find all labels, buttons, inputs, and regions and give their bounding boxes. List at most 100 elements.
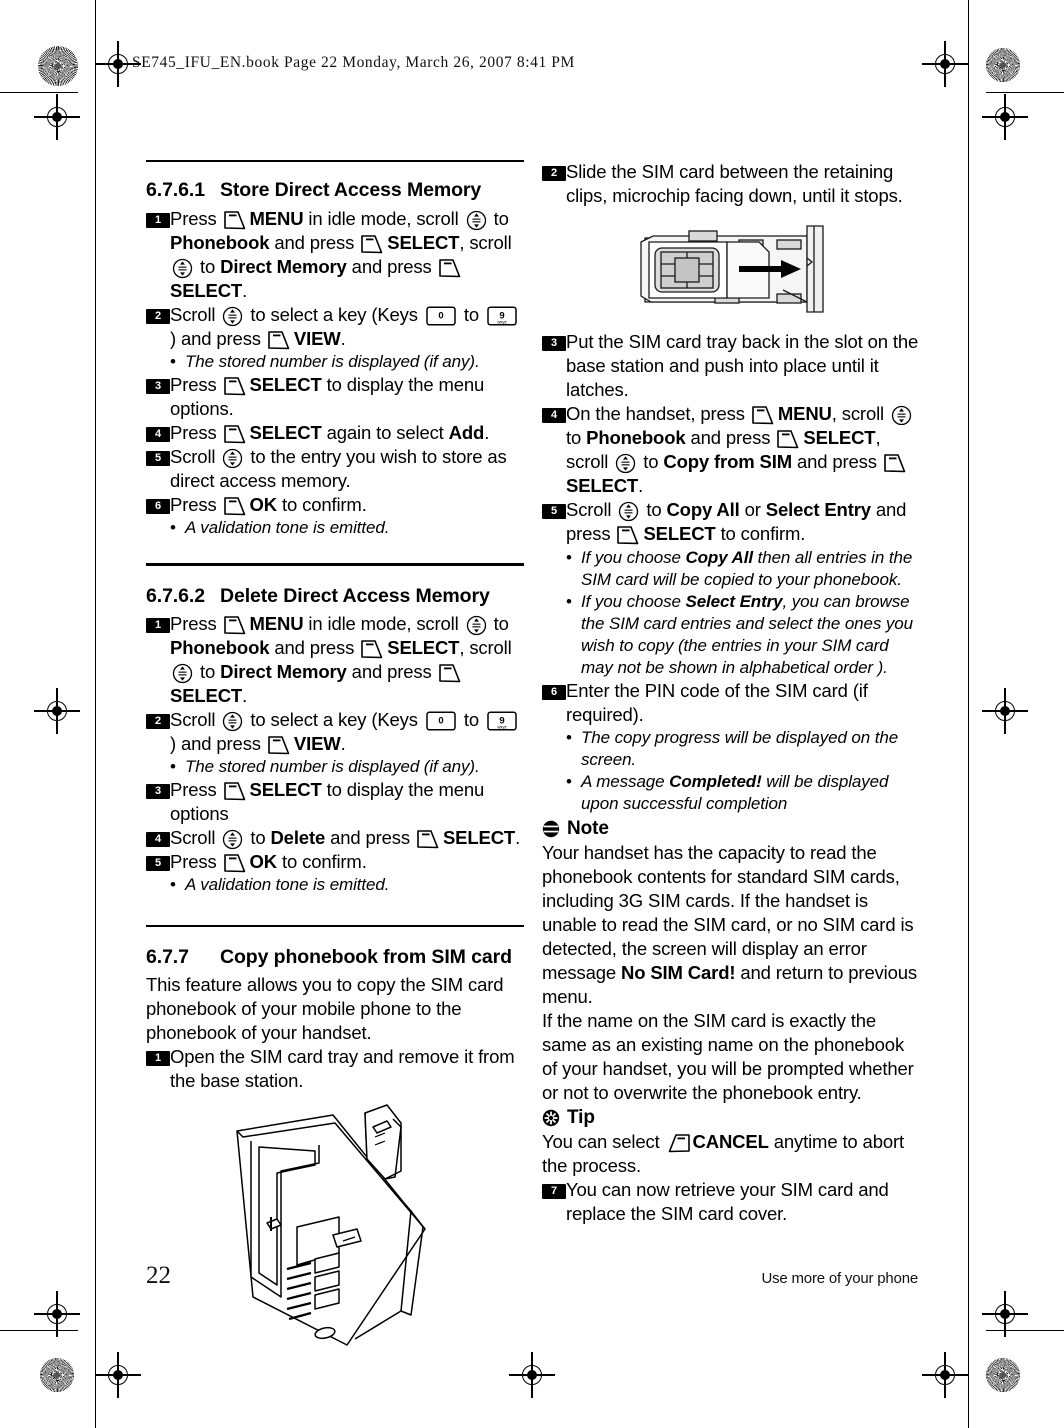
tip-paragraph: You can select CANCEL anytime to abort t… — [542, 1130, 920, 1178]
step-number: 6 — [146, 499, 170, 515]
cancel-key-label: CANCEL — [692, 1131, 769, 1153]
bullet-dot: • — [170, 875, 176, 895]
left-softkey-icon — [360, 639, 385, 659]
heading-number: 6.7.6.2 — [146, 584, 205, 607]
step-number: 1 — [146, 617, 170, 633]
note-icon — [542, 820, 560, 838]
heading-number: 6.7.6.1 — [146, 179, 205, 202]
heading-title-b: SIM — [431, 945, 466, 968]
key-9-icon: 9 wxyz — [487, 711, 517, 731]
step-item: 7 You can now retrieve your SIM card and… — [542, 1178, 920, 1226]
registration-mark-left — [34, 94, 80, 140]
step-number: 2 — [542, 166, 566, 181]
scroll-up-down-icon — [222, 711, 243, 732]
step-text: Slide the SIM card between the retaining… — [566, 161, 903, 207]
step-item: 6 Enter the PIN code of the SIM card (if… — [542, 679, 920, 727]
step-text: Enter the PIN code of the SIM card (if r… — [566, 680, 868, 726]
heading-title: Store Direct Access Memory — [220, 179, 482, 202]
step-item: 1 Press MENU in idle mode, scroll to Pho… — [146, 207, 524, 303]
heading-6-7-6-2: 6.7.6.2 Delete Direct Access Memory — [146, 584, 524, 608]
step-number: 5 — [146, 451, 170, 467]
scroll-up-down-icon — [222, 306, 243, 327]
bullet-text: If you choose Copy All then all entries … — [581, 547, 913, 589]
color-rosette-top-right — [986, 48, 1020, 82]
step-text: Press SELECT to display the menu options — [170, 779, 485, 825]
tip-text-a: You can select — [542, 1131, 665, 1153]
bullet-text: A validation tone is emitted. — [185, 518, 390, 538]
left-softkey-icon — [438, 258, 463, 278]
left-softkey-icon — [223, 496, 248, 516]
left-softkey-icon — [267, 735, 292, 755]
left-softkey-icon — [416, 829, 441, 849]
step-item: 1 Press MENU in idle mode, scroll to Pho… — [146, 612, 524, 708]
step-item: 4 Scroll to Delete and press SELECT. — [146, 826, 524, 850]
step-item: 1 Open the SIM card tray and remove it f… — [146, 1045, 524, 1093]
section-rule — [146, 924, 524, 927]
heading-6-7-6-1: 6.7.6.1 Store Direct Access Memory — [146, 178, 524, 202]
step-text: Press MENU in idle mode, scroll to Phone… — [170, 612, 512, 707]
print-slug-header: SE745_IFU_EN.book Page 22 Monday, March … — [132, 54, 575, 71]
registration-mark-top-right — [922, 41, 968, 87]
step-number: 7 — [542, 1184, 566, 1200]
step-number: 6 — [542, 685, 566, 701]
bullet-dot: • — [566, 728, 572, 748]
right-softkey-icon — [666, 1133, 691, 1153]
note-label: Note — [567, 817, 609, 839]
note-paragraph-2: If the name on the SIM card is exactly t… — [542, 1009, 914, 1104]
left-softkey-icon — [223, 615, 248, 635]
left-softkey-icon — [223, 424, 248, 444]
registration-mark-lower-left — [34, 1291, 80, 1337]
left-softkey-icon — [751, 405, 776, 425]
crop-line-bottom-left — [0, 1330, 78, 1331]
running-footer: Use more of your phone — [761, 1270, 918, 1287]
bullet-item: • The stored number is displayed (if any… — [170, 756, 524, 778]
tip-label: Tip — [567, 1107, 595, 1129]
color-rosette-bottom-left — [40, 1358, 74, 1392]
right-column: 2 Slide the SIM card between the retaini… — [542, 160, 920, 1226]
scroll-up-down-icon — [466, 210, 487, 231]
left-softkey-icon — [776, 429, 801, 449]
left-softkey-icon — [360, 234, 385, 254]
step-number: 3 — [146, 784, 170, 800]
scroll-up-down-icon — [222, 829, 243, 850]
step-number: 5 — [542, 504, 566, 520]
svg-text:wxyz: wxyz — [497, 724, 506, 729]
left-softkey-icon — [883, 453, 908, 473]
svg-text:wxyz: wxyz — [497, 319, 506, 324]
heading-title: Delete Direct Access Memory — [220, 584, 490, 607]
bullet-item: • A message Completed! will be displayed… — [566, 771, 920, 815]
step-number: 5 — [146, 856, 170, 872]
step-item: 6 Press OK to confirm. — [146, 493, 524, 517]
bullet-item: • A validation tone is emitted. — [170, 874, 524, 896]
section-rule — [146, 563, 524, 566]
sim-card-tray-illustration — [542, 218, 920, 318]
heading-number: 6.7.7 — [146, 945, 189, 968]
step-item: 2 Scroll to select a key (Keys 0 to 9 wxy… — [146, 303, 524, 351]
svg-text:0: 0 — [438, 716, 443, 727]
step-number: 2 — [146, 308, 170, 324]
step-text: Put the SIM card tray back in the slot o… — [566, 331, 919, 401]
step-item: 2 Scroll to select a key (Keys 0 to 9 wxy… — [146, 708, 524, 756]
step-item: 2 Slide the SIM card between the retaini… — [542, 160, 920, 208]
registration-mark-mid-right — [982, 688, 1028, 734]
tip-icon — [542, 1109, 560, 1127]
step-item: 5 Scroll to Copy All or Select Entry and… — [542, 498, 920, 546]
bullet-dot: • — [566, 772, 572, 792]
section-rule — [146, 160, 524, 163]
registration-mark-mid-left — [34, 688, 80, 734]
scroll-up-down-icon — [172, 258, 193, 279]
step-number: 4 — [146, 427, 170, 443]
tip-heading: Tip — [542, 1107, 920, 1129]
bullet-item: • The stored number is displayed (if any… — [170, 351, 524, 373]
bullet-dot: • — [170, 757, 176, 777]
bullet-item: • A validation tone is emitted. — [170, 517, 524, 539]
bullet-item: • If you choose Select Entry, you can br… — [566, 591, 920, 679]
registration-mark-right — [982, 94, 1028, 140]
crop-line-top-left — [0, 92, 78, 93]
step-number: 4 — [146, 832, 170, 848]
left-softkey-icon — [223, 376, 248, 396]
bullet-text: A message Completed! will be displayed u… — [581, 772, 889, 814]
step-text: Scroll to select a key (Keys 0 to 9 wxyz)… — [170, 303, 524, 351]
bullet-text: If you choose Select Entry, you can brow… — [581, 591, 914, 677]
note-paragraph-1: Your handset has the capacity to read th… — [542, 841, 920, 1009]
